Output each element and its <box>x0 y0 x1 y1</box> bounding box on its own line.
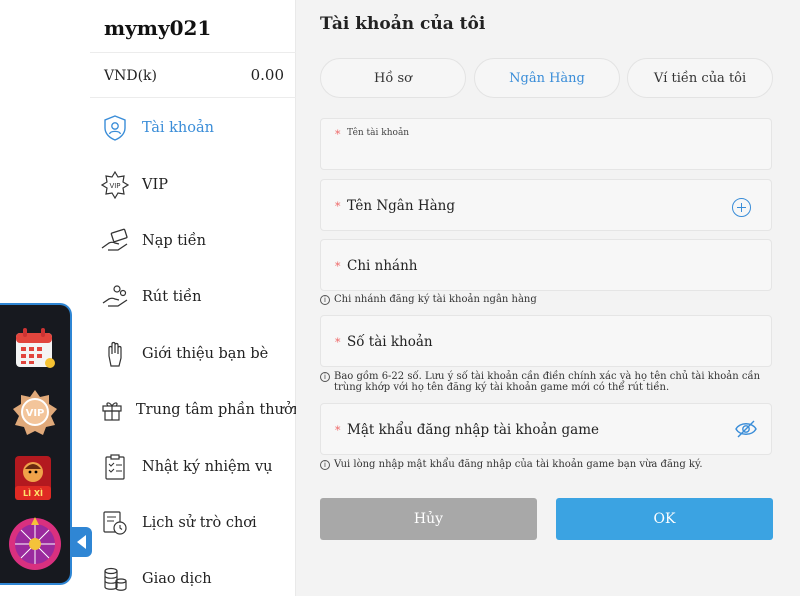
floating-widget: VIP LÌ XÌ <box>0 303 72 585</box>
sidebar-item-label: Giao dịch <box>142 571 212 587</box>
sidebar-item-label: VIP <box>142 177 168 193</box>
deposit-hand-icon <box>100 226 130 256</box>
refer-hand-icon <box>100 339 130 369</box>
cancel-button[interactable]: Hủy <box>320 498 537 540</box>
vip-badge-icon: VIP <box>100 170 130 200</box>
sidebar-item-game-history[interactable]: Lịch sử trò chơi <box>100 501 296 545</box>
sidebar-item-label: Tài khoản <box>142 120 214 136</box>
required-marker: * <box>335 128 341 141</box>
bank-name-label: Tên Ngân Hàng <box>347 198 455 214</box>
sidebar-item-rewards-center[interactable]: Trung tâm phần thưởng <box>100 388 311 432</box>
add-bank-icon[interactable] <box>732 198 751 217</box>
sidebar-item-mission-log[interactable]: Nhật ký nhiệm vụ <box>100 445 296 489</box>
ok-button[interactable]: OK <box>556 498 773 540</box>
branch-label: Chi nhánh <box>347 258 418 274</box>
required-marker: * <box>335 260 341 273</box>
balance-amount: 0.00 <box>250 66 284 84</box>
game-password-field[interactable]: * Mật khẩu đăng nhập tài khoản game <box>320 403 772 455</box>
account-number-label: Số tài khoản <box>347 334 433 350</box>
sidebar-item-label: Nhật ký nhiệm vụ <box>142 459 273 475</box>
collapse-arrow-icon[interactable] <box>70 527 92 557</box>
lucky-wheel-icon[interactable] <box>8 517 62 571</box>
svg-text:VIP: VIP <box>109 182 120 190</box>
sidebar-item-label: Trung tâm phần thưởng <box>136 402 312 418</box>
tab-bank[interactable]: Ngân Hàng <box>474 58 620 98</box>
calendar-icon[interactable] <box>12 325 58 371</box>
game-password-hint-text: Vui lòng nhập mật khẩu đăng nhập của tài… <box>334 459 703 470</box>
lucky-money-text: LÌ XÌ <box>23 487 43 498</box>
sidebar-item-account[interactable]: Tài khoản <box>100 106 296 150</box>
sidebar-item-withdraw[interactable]: Rút tiền <box>100 275 296 319</box>
account-name-field[interactable]: * Tên tài khoản <box>320 118 772 170</box>
branch-hint: i Chi nhánh đăng ký tài khoản ngân hàng <box>320 294 780 305</box>
tab-profile[interactable]: Hồ sơ <box>320 58 466 98</box>
tab-my-wallet[interactable]: Ví tiền của tôi <box>627 58 773 98</box>
required-marker: * <box>335 200 341 213</box>
required-marker: * <box>335 336 341 349</box>
history-icon <box>100 508 130 538</box>
balance-row: VND(k) 0.00 <box>90 52 296 98</box>
username: mymy021 <box>104 16 212 40</box>
withdraw-coins-icon <box>100 282 130 312</box>
info-icon: i <box>320 372 330 382</box>
sidebar-item-vip[interactable]: VIP VIP <box>100 163 296 207</box>
clipboard-icon <box>100 452 130 482</box>
game-password-hint: i Vui lòng nhập mật khẩu đăng nhập của t… <box>320 459 780 470</box>
coin-stack-icon <box>100 564 130 594</box>
account-number-hint-text: Bao gồm 6-22 số. Lưu ý số tài khoản cần … <box>334 371 761 393</box>
lucky-money-icon[interactable]: LÌ XÌ <box>12 455 58 501</box>
sidebar-item-label: Rút tiền <box>142 289 202 305</box>
branch-hint-text: Chi nhánh đăng ký tài khoản ngân hàng <box>334 294 537 305</box>
account-panel: Tài khoản của tôi Hồ sơ Ngân Hàng Ví tiề… <box>296 0 800 596</box>
sidebar-item-label: Nạp tiền <box>142 233 206 249</box>
sidebar-item-refer-friends[interactable]: Giới thiệu bạn bè <box>100 332 296 376</box>
balance-currency: VND(k) <box>104 68 157 84</box>
gift-icon <box>100 395 124 425</box>
sidebar-item-label: Giới thiệu bạn bè <box>142 346 269 362</box>
info-icon: i <box>320 460 330 470</box>
sidebar-item-deposit[interactable]: Nạp tiền <box>100 219 296 263</box>
sidebar-item-transactions[interactable]: Giao dịch <box>100 557 296 596</box>
info-icon: i <box>320 295 330 305</box>
account-name-label: Tên tài khoản <box>347 128 410 138</box>
user-shield-icon <box>100 113 130 143</box>
game-password-label: Mật khẩu đăng nhập tài khoản game <box>347 422 600 438</box>
bank-name-field[interactable]: * Tên Ngân Hàng <box>320 179 772 231</box>
required-marker: * <box>335 424 341 437</box>
toggle-password-visibility-icon[interactable] <box>735 418 757 440</box>
vip-medal-icon[interactable]: VIP <box>12 389 58 435</box>
sidebar-item-label: Lịch sử trò chơi <box>142 515 257 531</box>
page-title: Tài khoản của tôi <box>320 14 486 34</box>
account-number-hint: i Bao gồm 6-22 số. Lưu ý số tài khoản cầ… <box>320 371 780 393</box>
branch-field[interactable]: * Chi nhánh <box>320 239 772 291</box>
account-number-field[interactable]: * Số tài khoản <box>320 315 772 367</box>
vip-medal-text: VIP <box>26 408 45 419</box>
